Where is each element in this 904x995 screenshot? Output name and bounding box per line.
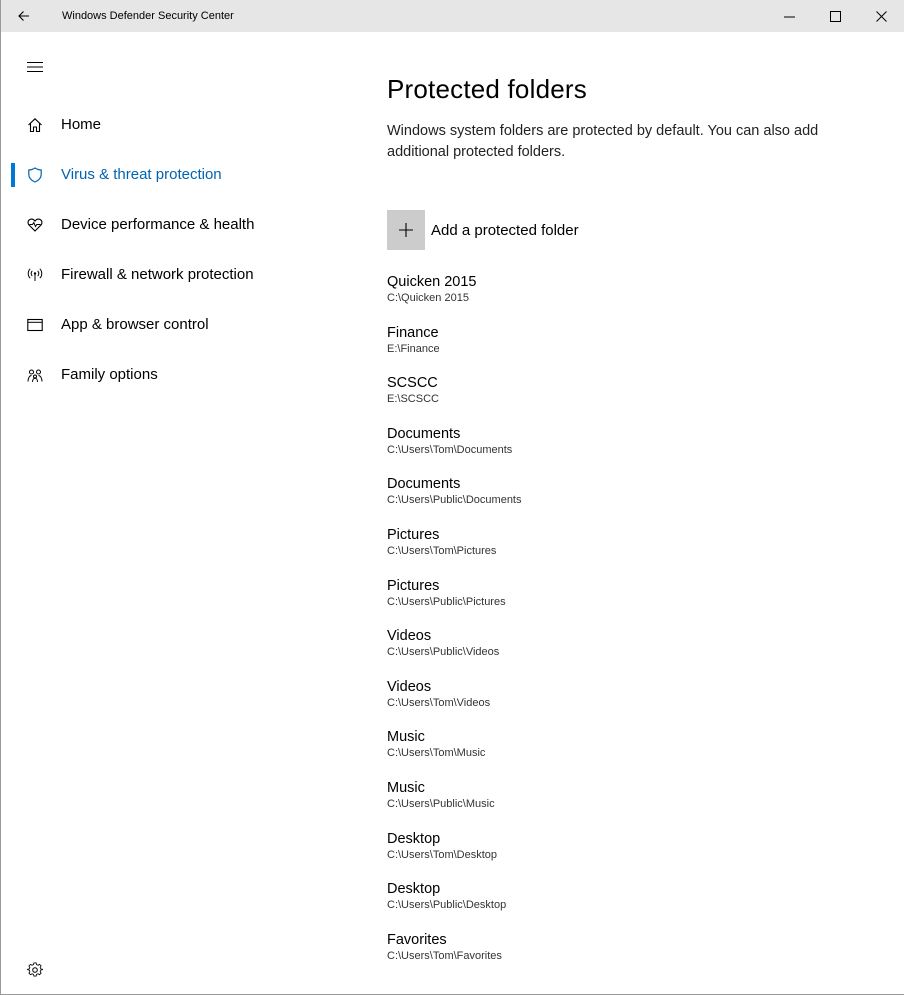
folder-path: C:\Users\Tom\Pictures <box>387 544 497 557</box>
back-arrow-icon <box>18 11 29 21</box>
folder-path: C:\Users\Public\Pictures <box>387 595 506 608</box>
folder-path: C:\Users\Tom\Documents <box>387 443 513 456</box>
folder-name: Music <box>387 729 425 746</box>
close-icon <box>875 10 887 22</box>
plus-icon <box>399 223 413 237</box>
folder-path: C:\Users\Tom\Desktop <box>387 848 498 861</box>
folder-path: C:\Users\Tom\Videos <box>387 696 491 709</box>
add-protected-folder-button[interactable]: Add a protected folder <box>387 210 579 250</box>
folder-path: C:\Users\Public\Desktop <box>387 899 507 912</box>
hamburger-menu-button[interactable] <box>27 60 43 72</box>
window-controls <box>766 0 904 32</box>
antenna-icon <box>27 267 43 283</box>
sidebar-item-app-browser-control[interactable]: App & browser control <box>1 305 301 345</box>
folder-item[interactable]: Music C:\Users\Public\Music <box>387 778 887 829</box>
close-button[interactable] <box>858 0 904 32</box>
folder-item[interactable]: Quicken 2015 C:\Quicken 2015 <box>387 272 887 323</box>
folder-item[interactable]: SCSCC E:\SCSCC <box>387 373 887 424</box>
sidebar-item-label: Device performance & health <box>61 216 255 233</box>
sidebar-item-virus-threat-protection[interactable]: Virus & threat protection <box>1 155 301 195</box>
folder-name: Videos <box>387 678 432 695</box>
folder-name: Documents <box>387 425 461 442</box>
folder-item[interactable]: Documents C:\Users\Public\Documents <box>387 474 887 525</box>
folder-path: C:\Users\Public\Music <box>387 797 495 810</box>
protected-folder-list: Quicken 2015 C:\Quicken 2015 Finance E:\… <box>387 272 887 980</box>
folder-item[interactable]: Finance E:\Finance <box>387 323 887 374</box>
sidebar-item-home[interactable]: Home <box>1 105 301 145</box>
folder-item[interactable]: Desktop C:\Users\Public\Desktop <box>387 879 887 930</box>
hamburger-icon <box>27 62 43 72</box>
folder-name: Desktop <box>387 830 441 847</box>
folder-item[interactable]: Videos C:\Users\Public\Videos <box>387 626 887 677</box>
folder-path: E:\SCSCC <box>387 393 439 406</box>
sidebar-item-device-performance-health[interactable]: Device performance & health <box>1 205 301 245</box>
minimize-icon <box>783 16 795 17</box>
sidebar-item-family-options[interactable]: Family options <box>1 355 301 395</box>
folder-name: Quicken 2015 <box>387 274 477 290</box>
folder-name: Music <box>387 779 425 796</box>
settings-button[interactable] <box>27 962 43 978</box>
folder-name: Videos <box>387 628 432 645</box>
folder-path: C:\Users\Tom\Music <box>387 747 486 760</box>
browser-window-icon <box>27 317 43 333</box>
sidebar-item-label: Family options <box>61 366 158 383</box>
folder-item[interactable]: Videos C:\Users\Tom\Videos <box>387 677 887 728</box>
folder-item[interactable]: Pictures C:\Users\Tom\Pictures <box>387 525 887 576</box>
folder-item[interactable]: Music C:\Users\Tom\Music <box>387 727 887 778</box>
folder-name: Finance <box>387 324 439 341</box>
back-button[interactable] <box>1 0 47 32</box>
folder-name: Favorites <box>387 931 447 948</box>
folder-name: Pictures <box>387 526 440 543</box>
folder-path: E:\Finance <box>387 342 440 355</box>
folder-path: C:\Users\Tom\Favorites <box>387 949 502 962</box>
folder-path: C:\Users\Public\Videos <box>387 646 500 659</box>
page-title: Protected folders <box>387 74 587 104</box>
title-bar: Windows Defender Security Center <box>1 0 904 32</box>
add-protected-folder-label: Add a protected folder <box>431 221 579 239</box>
folder-item[interactable]: Favorites C:\Users\Tom\Favorites <box>387 930 887 981</box>
sidebar-item-label: Firewall & network protection <box>61 266 254 283</box>
maximize-button[interactable] <box>812 0 858 32</box>
folder-name: Pictures <box>387 577 440 594</box>
sidebar-item-label: App & browser control <box>61 316 209 333</box>
window-title: Windows Defender Security Center <box>62 10 234 22</box>
folder-name: Desktop <box>387 881 441 898</box>
heart-pulse-icon <box>27 217 43 233</box>
folder-item[interactable]: Documents C:\Users\Tom\Documents <box>387 424 887 475</box>
folder-item[interactable]: Desktop C:\Users\Tom\Desktop <box>387 829 887 880</box>
gear-icon <box>27 962 43 977</box>
minimize-button[interactable] <box>766 0 812 32</box>
folder-item[interactable]: Pictures C:\Users\Public\Pictures <box>387 576 887 627</box>
folder-name: SCSCC <box>387 375 438 392</box>
sidebar-item-label: Home <box>61 116 102 133</box>
folder-path: C:\Users\Public\Documents <box>387 494 522 507</box>
folder-name: Documents <box>387 476 461 493</box>
sidebar: Home Virus & threat protection Device pe… <box>1 32 301 994</box>
app-window: Windows Defender Security Center Home Vi… <box>0 0 904 995</box>
page-description: Windows system folders are protected by … <box>387 123 819 160</box>
add-icon-box <box>387 210 425 250</box>
shield-icon <box>27 167 43 183</box>
sidebar-item-firewall-network-protection[interactable]: Firewall & network protection <box>1 255 301 295</box>
family-icon <box>27 367 43 383</box>
home-icon <box>27 117 43 133</box>
folder-path: C:\Quicken 2015 <box>387 292 469 304</box>
sidebar-item-label: Virus & threat protection <box>61 166 222 183</box>
maximize-icon <box>829 10 841 22</box>
